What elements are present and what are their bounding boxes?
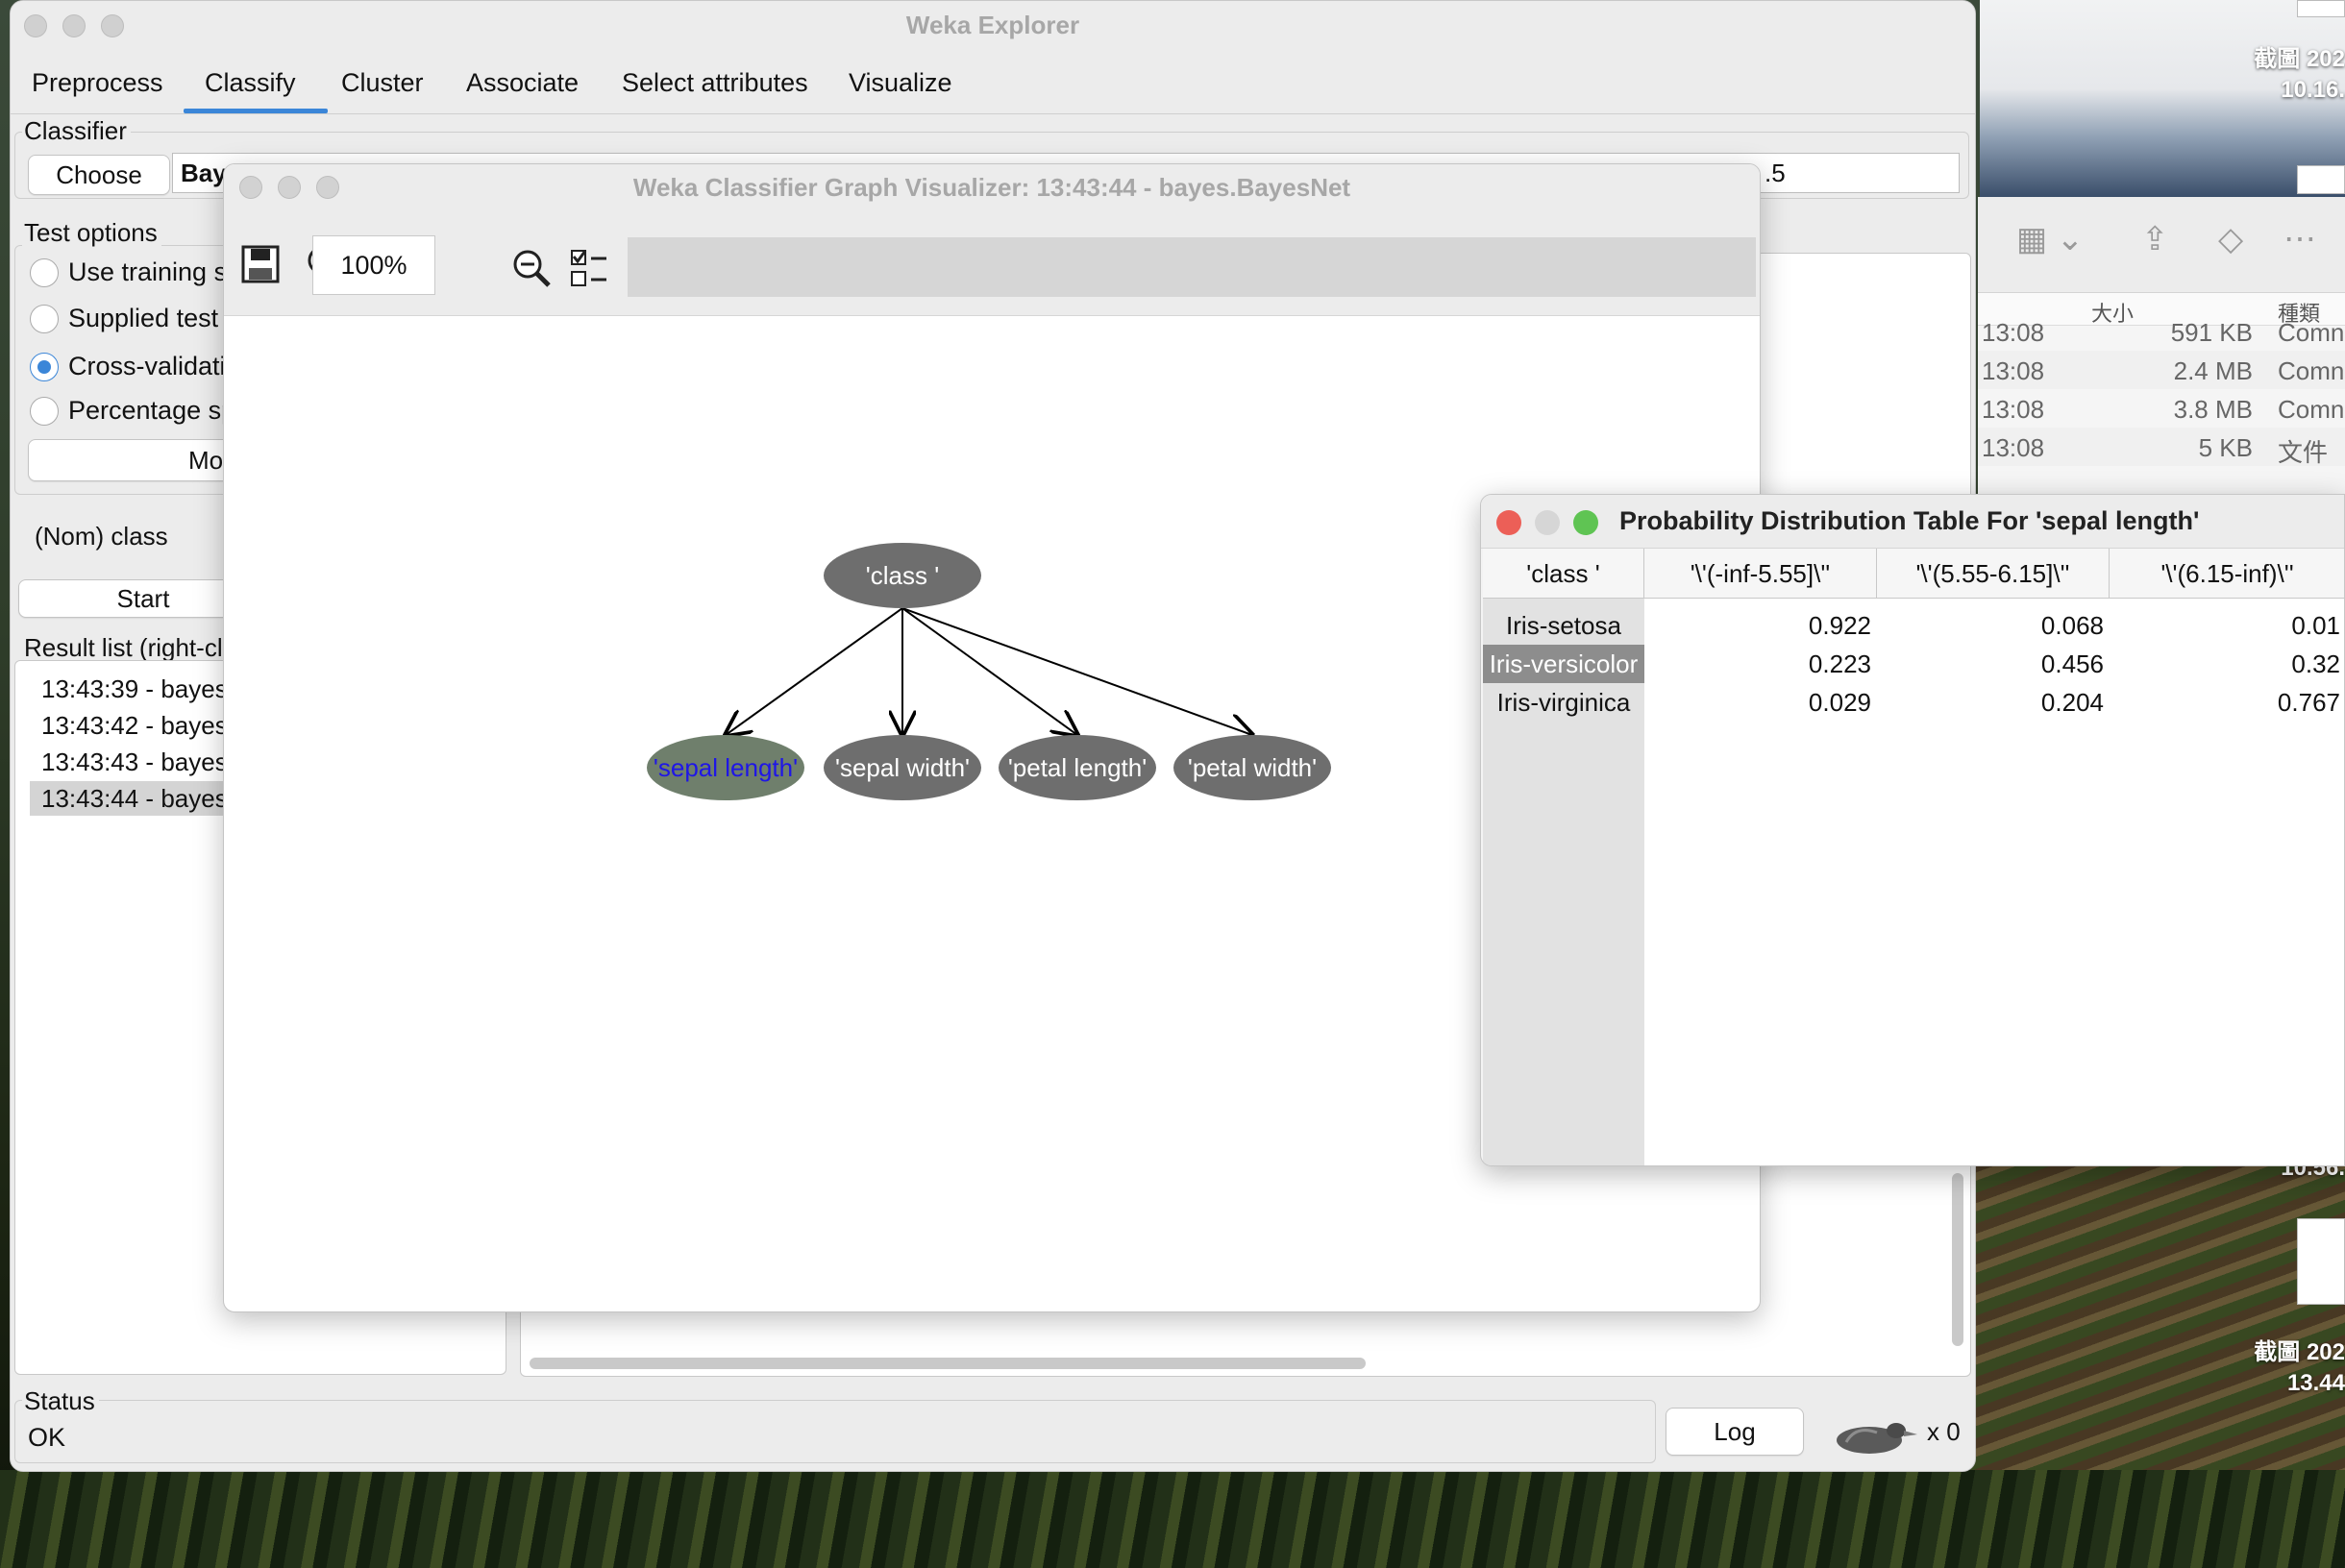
svg-text:'sepal length': 'sepal length' xyxy=(654,753,798,782)
supplied-test-set-label[interactable]: Supplied test xyxy=(68,304,218,333)
explorer-tab-bar: Preprocess Classify Cluster Associate Se… xyxy=(11,57,1975,114)
graph-edge xyxy=(901,607,1252,735)
table-cell[interactable]: 0.32 xyxy=(2110,645,2344,683)
graph-node-petal-length[interactable]: 'petal length' xyxy=(999,735,1156,800)
cross-validation-label[interactable]: Cross-validati xyxy=(68,352,226,381)
tab-classify[interactable]: Classify xyxy=(205,68,296,98)
table-cell[interactable]: 0.223 xyxy=(1644,645,1877,683)
probability-table-title: Probability Distribution Table For 'sepa… xyxy=(1619,506,2200,535)
view-options-icon[interactable]: ▦ ⌄ xyxy=(2016,220,2084,258)
close-window-button[interactable] xyxy=(1496,510,1521,535)
log-button[interactable]: Log xyxy=(1666,1408,1804,1456)
weka-bird-icon[interactable] xyxy=(1827,1413,1919,1461)
finder-file-row[interactable]: 13:08 2.4 MB Comn xyxy=(1978,351,2345,389)
desktop-file-label[interactable]: 截圖 202 10.16. xyxy=(2210,44,2345,106)
column-header-bin-1[interactable]: '\'(-inf-5.55]\'' xyxy=(1644,549,1877,599)
output-horizontal-scrollbar[interactable] xyxy=(530,1358,1366,1369)
svg-text:'sepal width': 'sepal width' xyxy=(835,753,970,782)
use-training-set-radio[interactable] xyxy=(30,258,59,287)
finder-toolbar: ▦ ⌄ ⇪ ◇ ⋯ xyxy=(1978,197,2345,293)
zoom-out-icon[interactable] xyxy=(508,245,555,291)
graph-edges xyxy=(726,607,1252,735)
graph-node-class[interactable]: 'class ' xyxy=(824,543,981,608)
zoom-level-field[interactable]: 100% xyxy=(312,235,435,295)
probability-table-titlebar: Probability Distribution Table For 'sepa… xyxy=(1481,495,2344,549)
active-tab-indicator xyxy=(184,109,328,113)
zoom-window-button[interactable] xyxy=(1573,510,1598,535)
classifier-config-tail: .5 xyxy=(1765,159,1786,187)
window-title: Weka Explorer xyxy=(905,11,1080,39)
graph-node-sepal-length[interactable]: 'sepal length' xyxy=(647,735,804,800)
choose-classifier-button[interactable]: Choose xyxy=(28,155,170,195)
table-cell[interactable]: 0.456 xyxy=(1877,645,2110,683)
result-list-item[interactable]: 13:43:43 - bayes xyxy=(30,745,241,779)
probability-table-window: Probability Distribution Table For 'sepa… xyxy=(1480,494,2345,1166)
result-list-item[interactable]: 13:43:39 - bayes xyxy=(30,672,241,706)
table-cell[interactable]: 0.068 xyxy=(1877,606,2110,645)
test-options-group-label: Test options xyxy=(22,218,161,248)
share-icon[interactable]: ⇪ xyxy=(2141,220,2169,258)
visualizer-title: Weka Classifier Graph Visualizer: 13:43:… xyxy=(632,173,1351,202)
status-group-label: Status xyxy=(22,1386,99,1416)
desktop-file-thumbnail[interactable] xyxy=(2297,1218,2345,1305)
finder-window: ▦ ⌄ ⇪ ◇ ⋯ 大小 種類 13:08 591 KB Comn 13:08 … xyxy=(1978,197,2345,495)
result-list-item-selected[interactable]: 13:43:44 - bayes xyxy=(30,781,241,816)
result-list-item[interactable]: 13:43:42 - bayes xyxy=(30,708,241,743)
visualizer-titlebar: Weka Classifier Graph Visualizer: 13:43:… xyxy=(224,164,1760,210)
status-group xyxy=(14,1400,1656,1463)
tab-associate[interactable]: Associate xyxy=(466,68,579,98)
visualizer-toolbar-spacer xyxy=(628,237,1756,297)
visualizer-toolbar: 100% xyxy=(224,210,1760,316)
save-icon[interactable] xyxy=(237,241,284,287)
tab-select-attributes[interactable]: Select attributes xyxy=(622,68,808,98)
supplied-test-set-radio[interactable] xyxy=(30,305,59,333)
tab-visualize[interactable]: Visualize xyxy=(849,68,952,98)
probability-table: 'class ' '\'(-inf-5.55]\'' '\'(5.55-6.15… xyxy=(1481,549,2344,1165)
graph-node-sepal-width[interactable]: 'sepal width' xyxy=(824,735,981,800)
tab-cluster[interactable]: Cluster xyxy=(341,68,424,98)
table-cell[interactable]: 0.922 xyxy=(1644,606,1877,645)
tab-preprocess[interactable]: Preprocess xyxy=(32,68,163,98)
desktop-file-thumbnail[interactable] xyxy=(2297,165,2345,194)
more-actions-icon[interactable]: ⋯ xyxy=(2283,220,2316,258)
finder-file-row[interactable]: 13:08 3.8 MB Comn xyxy=(1978,389,2345,428)
svg-text:'petal length': 'petal length' xyxy=(1008,753,1147,782)
minimize-window-button[interactable] xyxy=(1535,510,1560,535)
row-header-iris-setosa[interactable]: Iris-setosa xyxy=(1483,606,1644,645)
table-cell[interactable]: 0.01 xyxy=(2110,606,2344,645)
desktop-file-thumbnail[interactable] xyxy=(2297,0,2345,17)
table-cell[interactable]: 0.029 xyxy=(1644,683,1877,722)
tag-icon[interactable]: ◇ xyxy=(2218,220,2243,258)
graph-node-petal-width[interactable]: 'petal width' xyxy=(1173,735,1331,800)
finder-file-row[interactable]: 13:08 5 KB 文件 xyxy=(1978,428,2345,467)
result-list-label: Result list (right-cl xyxy=(22,633,227,663)
finder-file-row[interactable]: 13:08 591 KB Comn xyxy=(1978,312,2345,351)
column-header-bin-3[interactable]: '\'(6.15-inf)\'' xyxy=(2110,549,2344,599)
table-cell[interactable]: 0.767 xyxy=(2110,683,2344,722)
percentage-split-label[interactable]: Percentage sp xyxy=(68,396,235,426)
graph-edge xyxy=(726,607,903,735)
table-cell[interactable]: 0.204 xyxy=(1877,683,2110,722)
layout-options-icon[interactable] xyxy=(566,245,612,291)
row-header-iris-versicolor[interactable]: Iris-versicolor xyxy=(1483,645,1644,683)
use-training-set-label[interactable]: Use training s xyxy=(68,257,227,287)
desktop-file-label[interactable]: 截圖 202 13.44 xyxy=(2210,1337,2345,1399)
task-count: x 0 xyxy=(1927,1417,1961,1446)
percentage-split-radio[interactable] xyxy=(30,397,59,426)
desktop-wallpaper-bottom xyxy=(0,1470,2345,1568)
column-header-bin-2[interactable]: '\'(5.55-6.15]\'' xyxy=(1877,549,2110,599)
explorer-titlebar: Weka Explorer xyxy=(11,1,1975,49)
row-header-iris-virginica[interactable]: Iris-virginica xyxy=(1483,683,1644,722)
graph-edge xyxy=(901,607,1077,735)
cross-validation-radio[interactable] xyxy=(30,353,59,381)
svg-text:'class ': 'class ' xyxy=(866,561,939,590)
status-text: OK xyxy=(28,1423,66,1452)
svg-text:'petal width': 'petal width' xyxy=(1188,753,1317,782)
classifier-group-label: Classifier xyxy=(22,116,131,146)
column-header-class[interactable]: 'class ' xyxy=(1483,549,1644,599)
output-vertical-scrollbar[interactable] xyxy=(1952,1173,1963,1346)
